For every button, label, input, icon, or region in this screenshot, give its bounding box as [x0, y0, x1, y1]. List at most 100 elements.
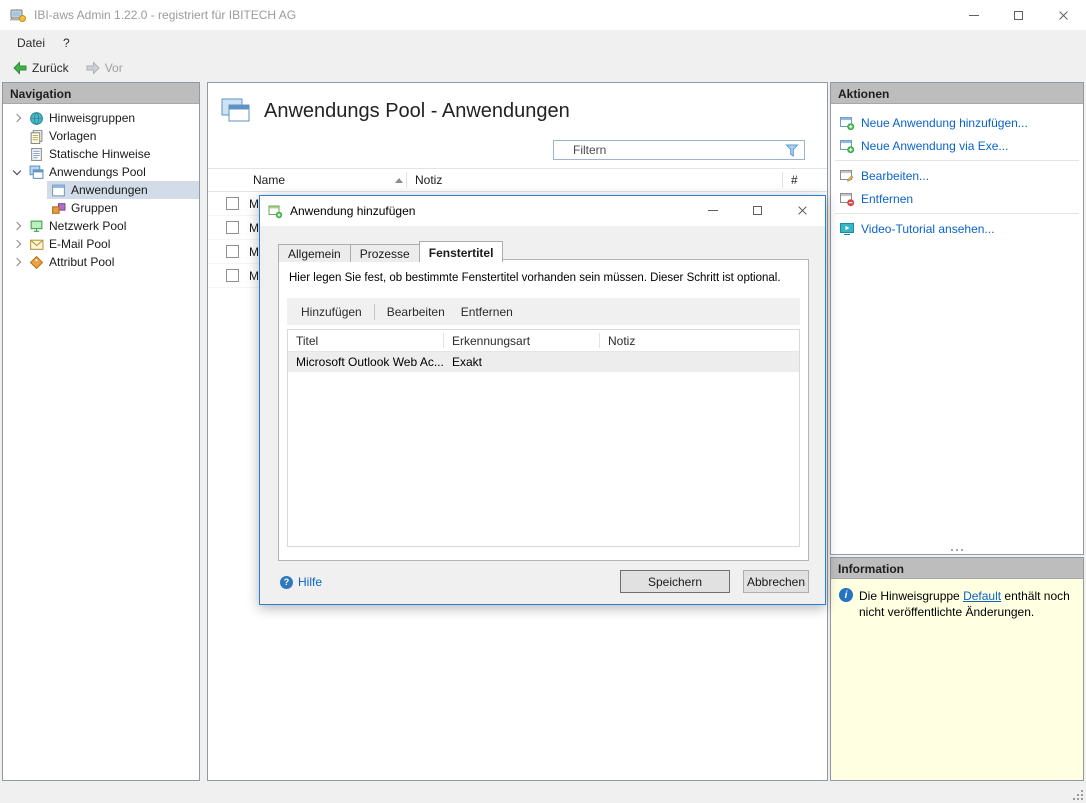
- panel-splitter-grip[interactable]: [831, 549, 1083, 551]
- tab-allgemein[interactable]: Allgemein: [278, 244, 351, 262]
- chevron-right-icon[interactable]: [9, 254, 25, 270]
- help-icon: [280, 576, 293, 589]
- row-name: M: [239, 197, 259, 211]
- table-row[interactable]: Microsoft Outlook Web Ac... Exakt: [288, 352, 799, 372]
- close-icon: [797, 205, 808, 216]
- dialog-maximize-button[interactable]: [735, 196, 780, 225]
- column-header-notiz[interactable]: Notiz: [600, 334, 799, 348]
- sort-ascending-icon: [395, 178, 403, 183]
- nav-item-label: Hinweisgruppen: [49, 111, 135, 125]
- actions-panel: Aktionen Neue Anwendung hinzufügen... Ne…: [830, 82, 1084, 555]
- save-button[interactable]: Speichern: [620, 570, 730, 593]
- dialog-close-button[interactable]: [780, 196, 825, 225]
- forward-button[interactable]: Vor: [79, 58, 129, 78]
- cancel-button[interactable]: Abbrechen: [743, 570, 809, 593]
- action-list: Neue Anwendung hinzufügen... Neue Anwend…: [831, 104, 1083, 240]
- default-group-link[interactable]: Default: [963, 589, 1001, 603]
- menu-datei[interactable]: Datei: [8, 33, 54, 53]
- app-window: { "window": { "title": "IBI-aws Admin 1.…: [0, 0, 1086, 803]
- table-header: Titel Erkennungsart Notiz: [288, 330, 799, 352]
- help-link[interactable]: Hilfe: [280, 575, 322, 589]
- nav-item-attribut-pool[interactable]: Attribut Pool: [3, 253, 199, 271]
- dialog-tabs: Allgemein Prozesse Fenstertitel: [278, 241, 502, 262]
- information-header: Information: [831, 558, 1083, 579]
- maximize-button[interactable]: [996, 0, 1041, 30]
- minimize-button[interactable]: [951, 0, 996, 30]
- navigation-header: Navigation: [3, 83, 199, 104]
- close-icon: [1058, 10, 1069, 21]
- tab-prozesse[interactable]: Prozesse: [350, 244, 420, 262]
- filter-input[interactable]: [559, 143, 785, 157]
- dialog-controls: [690, 196, 825, 225]
- forward-arrow-icon: [85, 60, 101, 76]
- page-heading: Anwendungs Pool - Anwendungen: [208, 83, 827, 125]
- nav-item-anwendungen[interactable]: Anwendungen: [3, 181, 199, 199]
- action-label: Entfernen: [861, 192, 913, 206]
- anwendungs-pool-icon: [29, 165, 44, 180]
- nav-item-label: Anwendungen: [71, 183, 148, 197]
- filter-icon: [785, 144, 799, 157]
- row-checkbox[interactable]: [226, 197, 239, 210]
- nav-item-anwendungs-pool[interactable]: Anwendungs Pool: [3, 163, 199, 181]
- tab-description: Hier legen Sie fest, ob bestimmte Fenste…: [289, 272, 802, 284]
- action-label: Neue Anwendung hinzufügen...: [861, 116, 1028, 130]
- table-header: Name Notiz #: [208, 168, 827, 192]
- remove-title-button[interactable]: Entfernen: [453, 301, 521, 323]
- nav-item-email-pool[interactable]: E-Mail Pool: [3, 235, 199, 253]
- nav-item-hinweisgruppen[interactable]: Hinweisgruppen: [3, 109, 199, 127]
- attribut-pool-icon: [29, 255, 44, 270]
- resize-grip[interactable]: [1071, 788, 1084, 801]
- vorlagen-icon: [29, 129, 44, 144]
- chevron-right-icon[interactable]: [9, 218, 25, 234]
- email-pool-icon: [29, 237, 44, 252]
- action-new-application-exe[interactable]: Neue Anwendung via Exe...: [831, 134, 1083, 157]
- back-button[interactable]: Zurück: [6, 58, 75, 78]
- cell-erkennungsart: Exakt: [444, 355, 600, 369]
- close-button[interactable]: [1041, 0, 1086, 30]
- nav-item-label: Netzwerk Pool: [49, 219, 126, 233]
- action-edit[interactable]: Bearbeiten...: [831, 164, 1083, 187]
- column-header-name[interactable]: Name: [246, 173, 406, 187]
- nav-item-label: Gruppen: [71, 201, 118, 215]
- column-header-notiz[interactable]: Notiz: [407, 173, 782, 187]
- add-title-button[interactable]: Hinzufügen: [293, 301, 370, 323]
- tab-fenstertitel[interactable]: Fenstertitel: [419, 241, 504, 262]
- chevron-right-icon[interactable]: [9, 236, 25, 252]
- chevron-right-icon[interactable]: [9, 110, 25, 126]
- action-remove[interactable]: Entfernen: [831, 187, 1083, 210]
- row-checkbox[interactable]: [226, 269, 239, 282]
- column-label: #: [791, 173, 798, 187]
- action-new-application[interactable]: Neue Anwendung hinzufügen...: [831, 111, 1083, 134]
- edit-title-button[interactable]: Bearbeiten: [379, 301, 453, 323]
- column-header-titel[interactable]: Titel: [288, 334, 443, 348]
- cell-titel: Microsoft Outlook Web Ac...: [288, 355, 444, 369]
- column-header-erkennungsart[interactable]: Erkennungsart: [444, 334, 599, 348]
- info-text-before: Die Hinweisgruppe: [859, 589, 963, 603]
- nav-item-label: Vorlagen: [49, 129, 96, 143]
- nav-item-gruppen[interactable]: Gruppen: [3, 199, 199, 217]
- hinweisgruppen-icon: [29, 111, 44, 126]
- row-checkbox[interactable]: [226, 221, 239, 234]
- nav-item-statische-hinweise[interactable]: Statische Hinweise: [3, 145, 199, 163]
- filter-box: [553, 140, 805, 160]
- titlebar: IBI-aws Admin 1.22.0 - registriert für I…: [0, 0, 1086, 30]
- navigation-panel: Navigation Hinweisgruppen Vorlagen: [2, 82, 200, 781]
- chevron-placeholder: [31, 182, 47, 198]
- row-checkbox[interactable]: [226, 245, 239, 258]
- back-label: Zurück: [32, 61, 69, 75]
- separator: [835, 160, 1079, 161]
- menubar: Datei ?: [0, 30, 1086, 55]
- statische-hinweise-icon: [29, 147, 44, 162]
- menu-help[interactable]: ?: [54, 33, 79, 53]
- tab-page-fenstertitel: Hier legen Sie fest, ob bestimmte Fenste…: [278, 259, 809, 561]
- column-header-count[interactable]: #: [783, 173, 827, 187]
- information-content: i Die Hinweisgruppe Default enthält noch…: [831, 579, 1083, 629]
- minimize-icon: [708, 210, 718, 211]
- nav-item-netzwerk-pool[interactable]: Netzwerk Pool: [3, 217, 199, 235]
- chevron-down-icon[interactable]: [9, 164, 25, 180]
- page-title: Anwendungs Pool - Anwendungen: [264, 100, 570, 123]
- dialog-minimize-button[interactable]: [690, 196, 735, 225]
- information-message: Die Hinweisgruppe Default enthält noch n…: [859, 588, 1071, 620]
- action-video-tutorial[interactable]: Video-Tutorial ansehen...: [831, 217, 1083, 240]
- nav-item-vorlagen[interactable]: Vorlagen: [3, 127, 199, 145]
